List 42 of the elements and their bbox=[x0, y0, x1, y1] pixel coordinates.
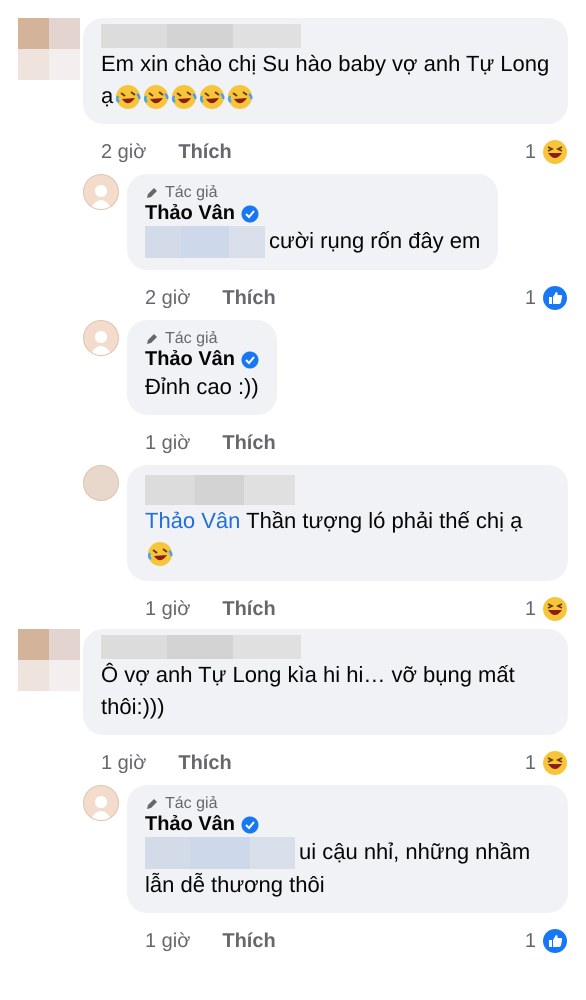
comment-text: Ô vợ anh Tự Long kìa hi hi… vỡ bụng mất thôi:))) bbox=[101, 661, 516, 722]
pencil-icon bbox=[145, 332, 159, 346]
comment-time[interactable]: 1 giờ bbox=[101, 752, 146, 775]
blurred-avatar[interactable] bbox=[18, 629, 80, 692]
author-name[interactable]: Thảo Vân bbox=[145, 348, 236, 372]
blurred-avatar[interactable] bbox=[18, 18, 80, 80]
avatar[interactable] bbox=[83, 174, 119, 210]
avatar[interactable] bbox=[83, 320, 119, 356]
author-name[interactable]: Thảo Vân bbox=[145, 202, 236, 225]
blurred-avatar[interactable] bbox=[83, 465, 119, 502]
author-label: Tác giả bbox=[165, 184, 218, 202]
avatar[interactable] bbox=[83, 785, 119, 822]
comment-text: Thảo Vân Thần tượng ló phải thế chị ạ bbox=[145, 505, 550, 570]
person-silhouette-icon bbox=[89, 329, 113, 356]
mention-link[interactable]: Thảo Vân bbox=[145, 508, 240, 534]
like-link[interactable]: Thích bbox=[222, 598, 276, 621]
comment-time[interactable]: 1 giờ bbox=[145, 598, 190, 621]
reaction-count: 1 bbox=[524, 286, 536, 310]
comment-time[interactable]: 2 giờ bbox=[145, 286, 190, 310]
like-link[interactable]: Thích bbox=[178, 140, 232, 164]
like-link[interactable]: Thích bbox=[222, 286, 276, 310]
like-link[interactable]: Thích bbox=[222, 930, 276, 953]
person-silhouette-icon bbox=[89, 183, 113, 209]
pencil-icon bbox=[145, 797, 159, 812]
comment-text: Đỉnh cao :)) bbox=[145, 373, 260, 402]
comment-time[interactable]: 1 giờ bbox=[145, 432, 190, 455]
reaction-count: 1 bbox=[524, 930, 536, 953]
comment-text: ui cậu nhỉ, những nhầm lẫn dễ thương thôi bbox=[145, 836, 532, 900]
comment-text: cười rụng rốn đây em bbox=[145, 225, 480, 258]
person-silhouette-icon bbox=[89, 794, 113, 820]
comment-time[interactable]: 1 giờ bbox=[145, 930, 190, 953]
author-label: Tác giả bbox=[165, 330, 218, 348]
reaction-count: 1 bbox=[524, 752, 536, 775]
like-link[interactable]: Thích bbox=[222, 432, 276, 455]
pencil-icon bbox=[145, 186, 159, 200]
author-name[interactable]: Thảo Vân bbox=[145, 813, 236, 836]
reaction-count: 1 bbox=[524, 140, 536, 164]
author-label: Tác giả bbox=[165, 795, 218, 814]
like-link[interactable]: Thích bbox=[178, 752, 232, 775]
comment-text: Em xin chào chị Su hào baby vợ anh Tự Long ạ bbox=[101, 48, 550, 112]
comment-time[interactable]: 2 giờ bbox=[101, 140, 146, 164]
reaction-count: 1 bbox=[524, 598, 536, 621]
